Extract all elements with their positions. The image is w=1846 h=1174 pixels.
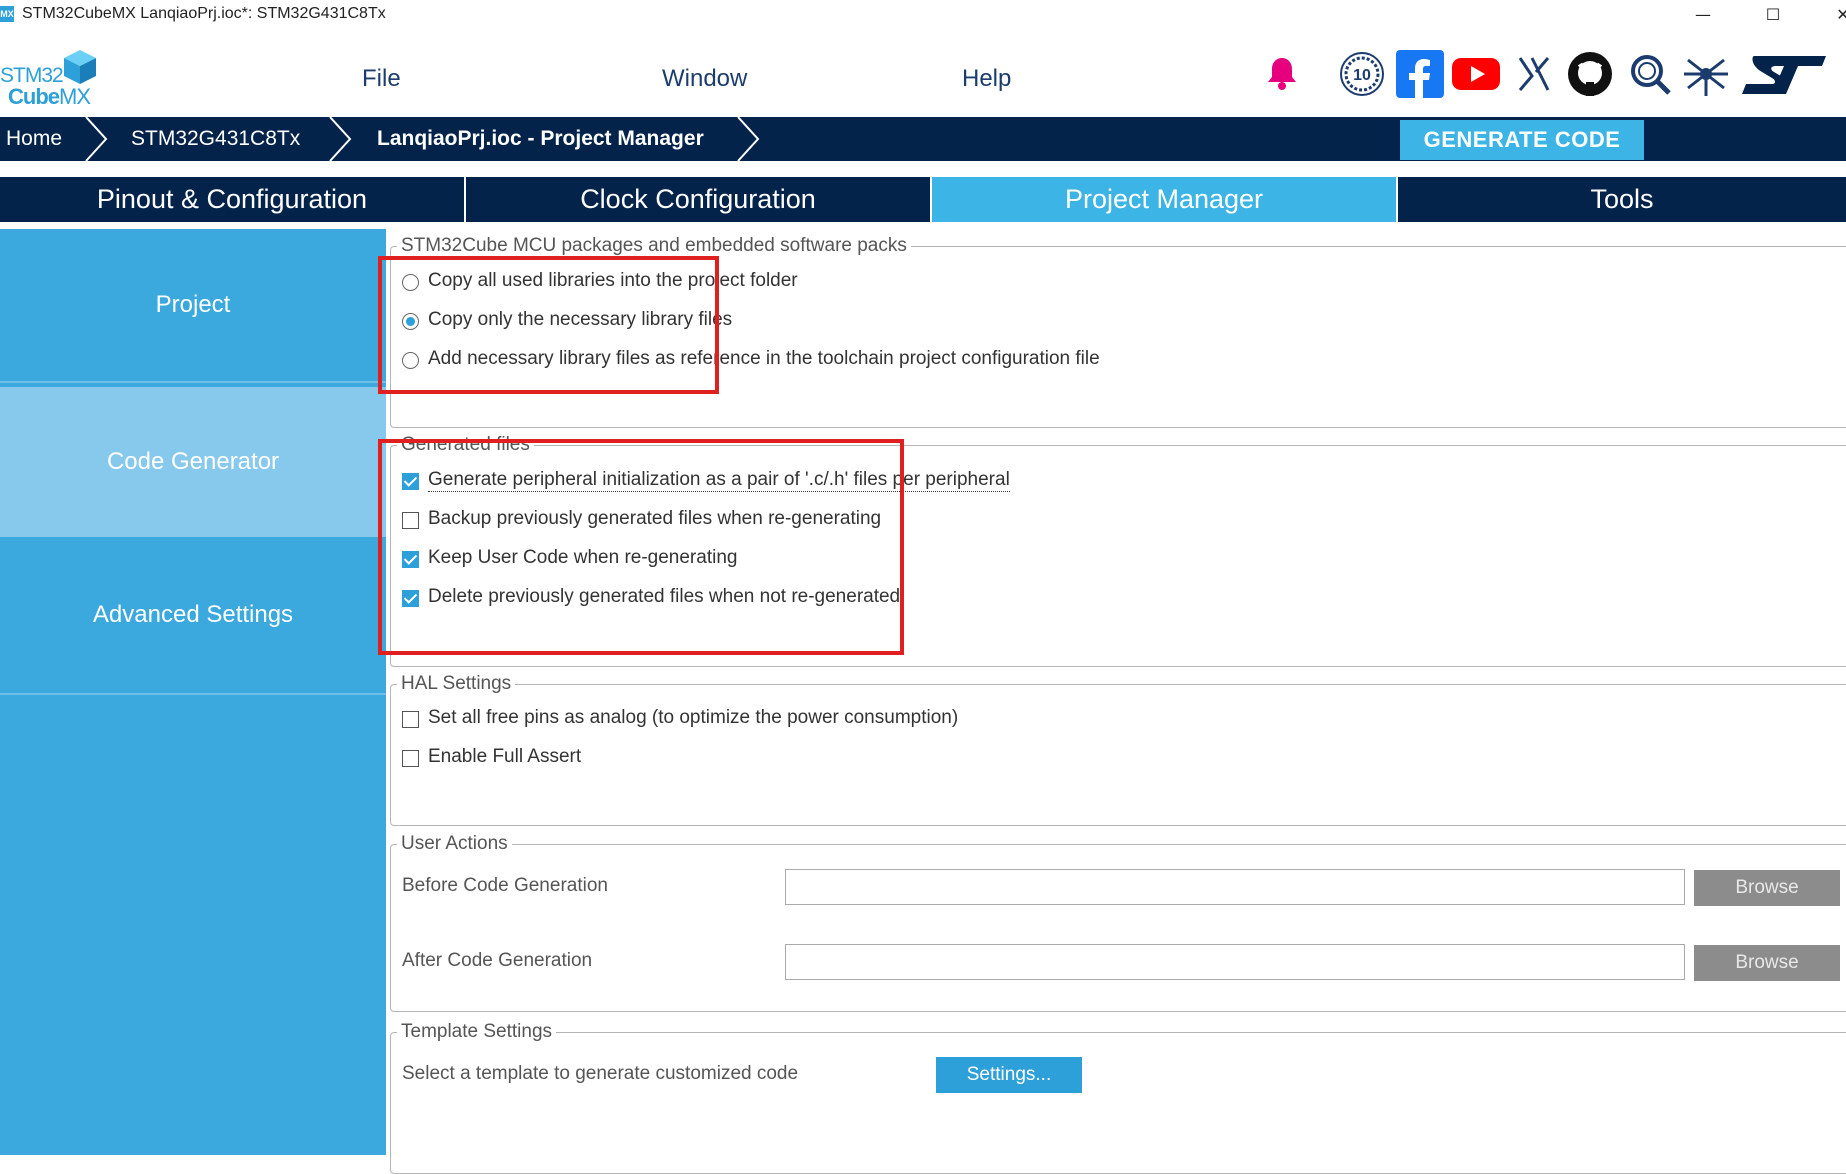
- search-icon[interactable]: [1626, 50, 1674, 98]
- facebook-icon[interactable]: [1396, 50, 1444, 98]
- youtube-icon[interactable]: [1452, 50, 1500, 98]
- breadcrumb-project[interactable]: LanqiaoPrj.ioc - Project Manager: [377, 127, 704, 151]
- cube-icon: [64, 50, 96, 84]
- project-manager-sidebar: Project Code Generator Advanced Settings: [0, 229, 386, 1155]
- st-logo-icon[interactable]: [1740, 50, 1828, 98]
- packages-legend: STM32Cube MCU packages and embedded soft…: [397, 235, 911, 257]
- option-free-pins-analog[interactable]: Set all free pins as analog (to optimize…: [428, 707, 958, 729]
- chevron-right-icon: [329, 117, 352, 161]
- window-titlebar: MX STM32CubeMX LanqiaoPrj.ioc*: STM32G43…: [0, 0, 1846, 30]
- after-generation-label: After Code Generation: [402, 950, 593, 971]
- tab-pinout-configuration[interactable]: Pinout & Configuration: [0, 177, 464, 222]
- svg-text:10: 10: [1353, 67, 1371, 84]
- x-icon[interactable]: [1510, 50, 1558, 98]
- app-icon: MX: [0, 6, 14, 22]
- menu-bar: STM32 CubeMX File Window Help 10: [0, 30, 1846, 117]
- breadcrumb-home[interactable]: Home: [6, 127, 62, 151]
- after-generation-input[interactable]: [785, 944, 1685, 980]
- chevron-right-icon: [737, 117, 760, 161]
- chevron-right-icon: [85, 117, 108, 161]
- template-settings-button[interactable]: Settings...: [936, 1057, 1082, 1093]
- main-tabs: Pinout & Configuration Clock Configurati…: [0, 177, 1846, 222]
- template-settings-legend: Template Settings: [397, 1021, 557, 1043]
- highlight-box-generated-files: [378, 439, 904, 655]
- generate-code-button[interactable]: GENERATE CODE: [1400, 120, 1644, 160]
- logo-line2: CubeMX: [8, 84, 91, 109]
- checkbox-free-pins-analog[interactable]: [402, 711, 419, 728]
- user-actions-legend: User Actions: [397, 833, 512, 855]
- template-settings-label: Select a template to generate customized…: [402, 1063, 799, 1084]
- code-generator-panel: STM32Cube MCU packages and embedded soft…: [378, 229, 1846, 1174]
- before-generation-label: Before Code Generation: [402, 875, 608, 896]
- network-icon[interactable]: [1682, 50, 1730, 98]
- maximize-button[interactable]: ☐: [1750, 0, 1796, 30]
- highlight-box-packages: [378, 256, 719, 394]
- close-button[interactable]: ✕: [1820, 0, 1846, 30]
- hal-settings-fieldset: HAL Settings: [390, 673, 1846, 826]
- bell-icon[interactable]: [1258, 50, 1306, 98]
- sidebar-divider: [0, 693, 386, 695]
- before-generation-input[interactable]: [785, 869, 1685, 905]
- window-title: STM32CubeMX LanqiaoPrj.ioc*: STM32G431C8…: [22, 5, 386, 22]
- minimize-button[interactable]: —: [1680, 0, 1726, 30]
- anniversary-10-badge-icon[interactable]: 10: [1338, 50, 1386, 98]
- breadcrumb-mcu[interactable]: STM32G431C8Tx: [131, 127, 300, 151]
- hal-settings-legend: HAL Settings: [397, 673, 516, 695]
- after-browse-button[interactable]: Browse: [1694, 945, 1840, 981]
- tab-clock-configuration[interactable]: Clock Configuration: [466, 177, 930, 222]
- menu-help[interactable]: Help: [962, 65, 1011, 93]
- menu-file[interactable]: File: [362, 65, 401, 93]
- menu-window[interactable]: Window: [662, 65, 747, 93]
- sidebar-item-project[interactable]: Project: [0, 229, 386, 381]
- tab-tools[interactable]: Tools: [1398, 177, 1846, 222]
- checkbox-full-assert[interactable]: [402, 750, 419, 767]
- option-full-assert[interactable]: Enable Full Assert: [428, 746, 581, 768]
- tab-project-manager[interactable]: Project Manager: [932, 177, 1396, 222]
- before-browse-button[interactable]: Browse: [1694, 870, 1840, 906]
- sidebar-divider: [0, 381, 386, 383]
- stm32cubemx-logo: STM32 CubeMX: [0, 48, 98, 109]
- sidebar-item-code-generator[interactable]: Code Generator: [0, 387, 386, 537]
- template-settings-fieldset: Template Settings: [390, 1021, 1846, 1174]
- github-icon[interactable]: [1566, 50, 1614, 98]
- sidebar-item-advanced-settings[interactable]: Advanced Settings: [0, 539, 386, 691]
